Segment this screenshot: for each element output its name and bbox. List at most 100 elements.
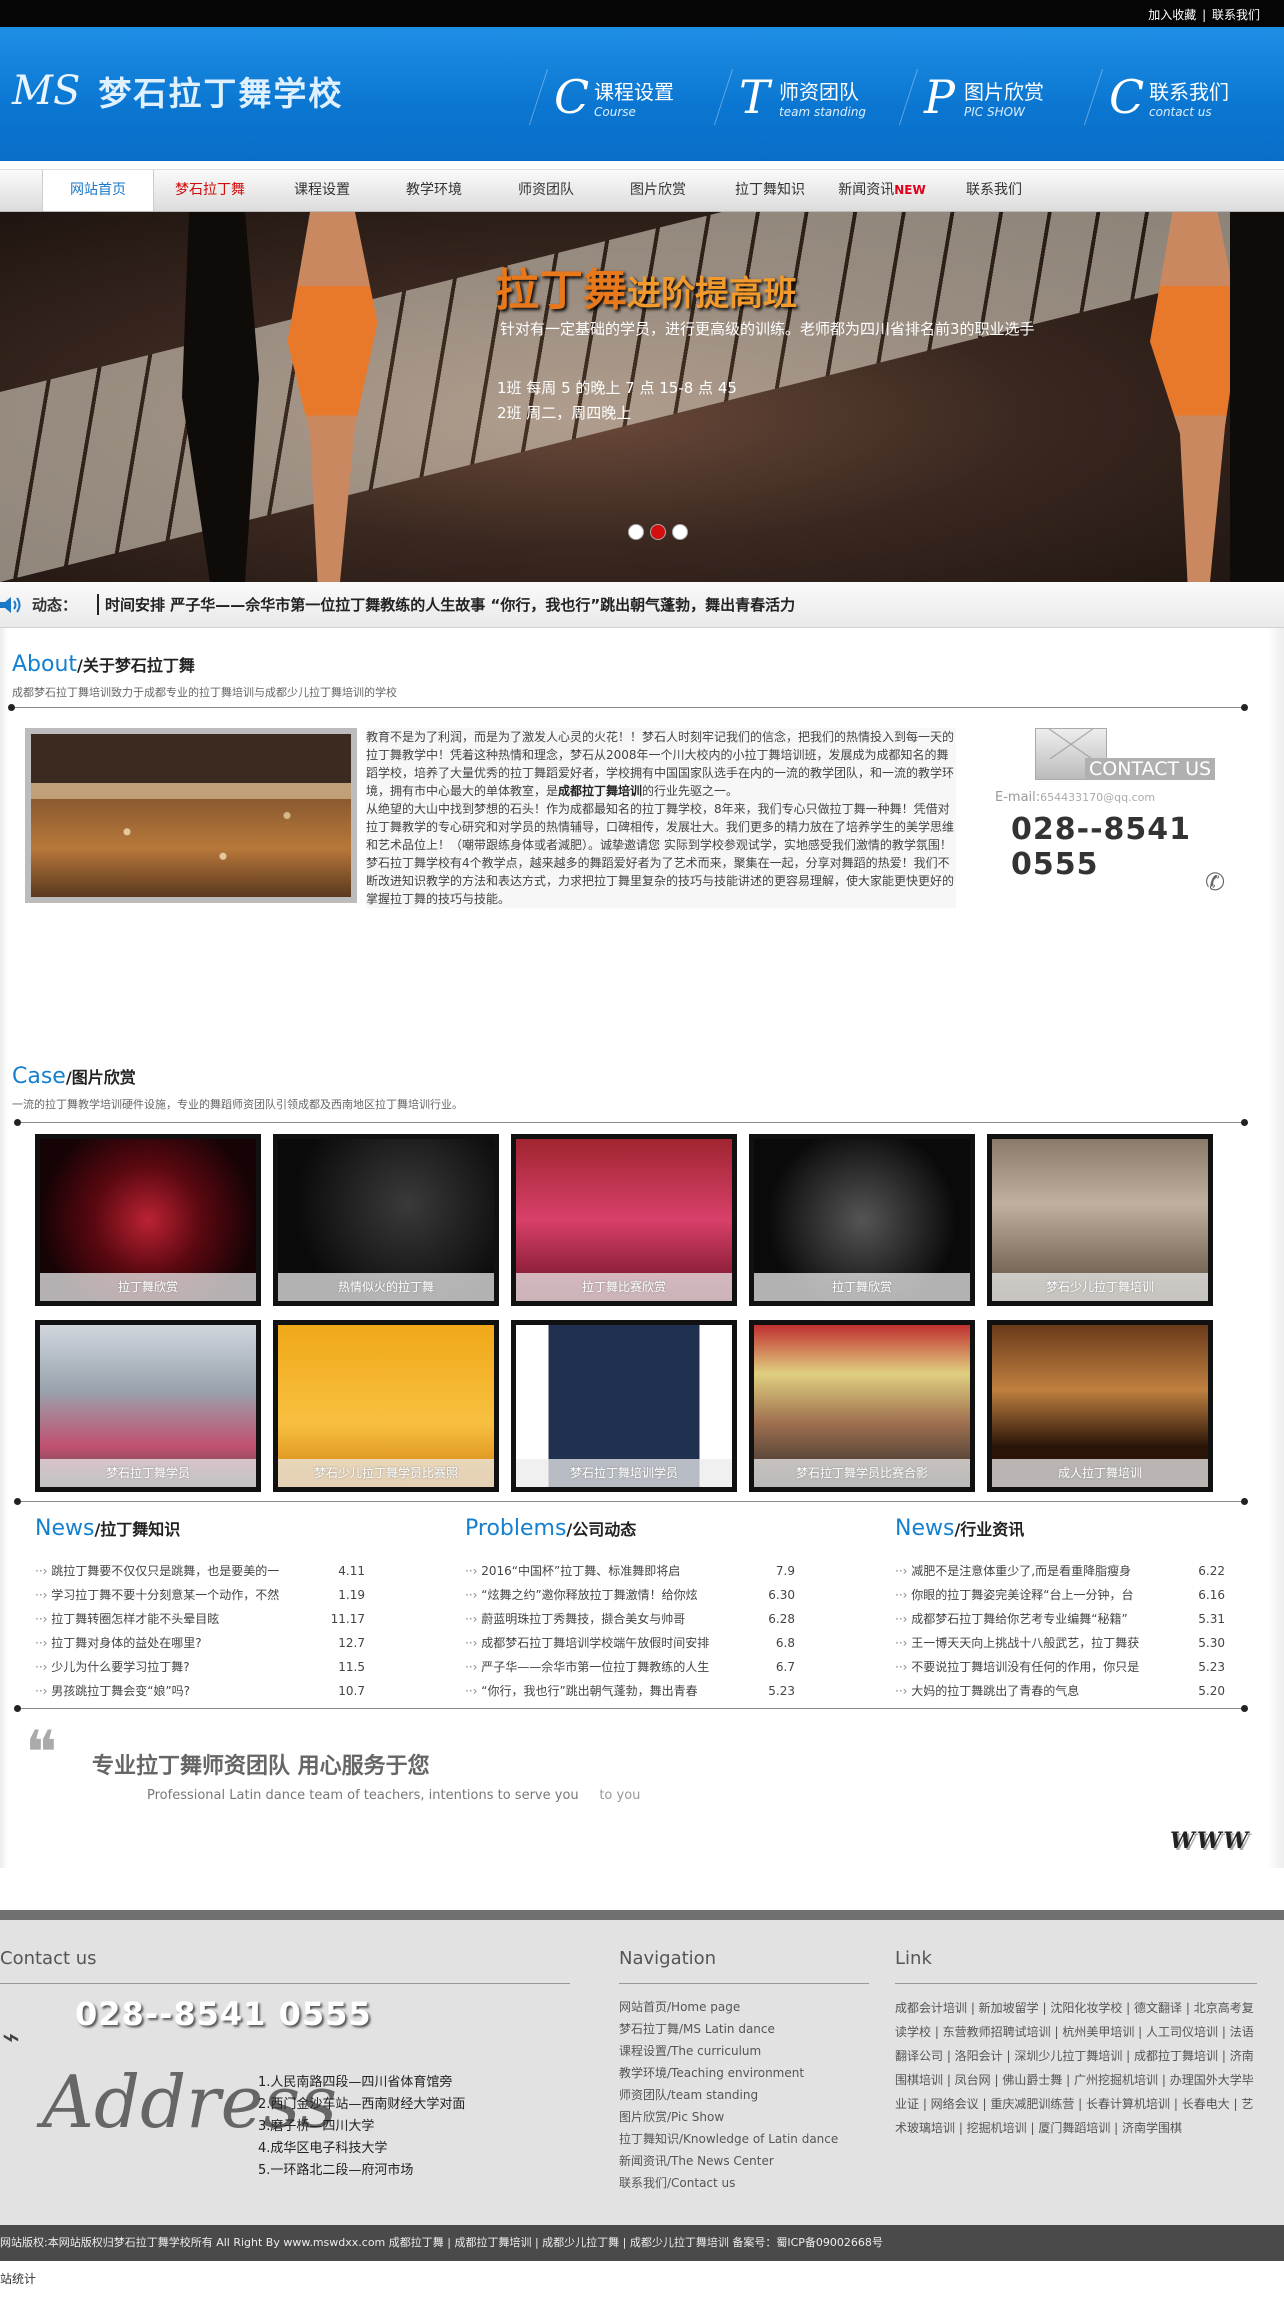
nav-item-pics[interactable]: 图片欣赏 [602, 170, 714, 211]
top-contact-link[interactable]: 联系我们 [1212, 8, 1260, 22]
photo-card[interactable]: 梦石少儿拉丁舞学员比赛照 [273, 1320, 499, 1492]
case-heading: Case/图片欣赏 [12, 1064, 136, 1089]
news-title: 成都梦石拉丁舞给你艺考专业编舞“秘籍” [895, 1607, 1127, 1631]
footer-nav-link[interactable]: 梦石拉丁舞/MS Latin dance [619, 2018, 838, 2040]
footer-nav-link[interactable]: 拉丁舞知识/Knowledge of Latin dance [619, 2128, 838, 2150]
news-item[interactable]: 拉丁舞对身体的益处在哪里? 12.7 [35, 1631, 365, 1655]
contact-card: CONTACT US E-mail:654433170@qq.com 028--… [995, 728, 1235, 908]
news-title: 严子华——佘华市第一位拉丁舞教练的人生 [465, 1655, 709, 1679]
banner-schedule-1: 1班 每周 5 的晚上 7 点 15-8 点 45 [497, 379, 737, 397]
footer-nav-link[interactable]: 师资团队/team standing [619, 2084, 838, 2106]
news-date: 6.28 [768, 1612, 795, 1626]
slider-dot-active[interactable] [650, 524, 666, 540]
hero-banner[interactable]: 拉丁舞进阶提高班 针对有一定基础的学员，进行更高级的训练。老师都为四川省排名前3… [0, 212, 1284, 582]
photo-caption: 梦石拉丁舞学员比赛合影 [754, 1459, 970, 1487]
news-item[interactable]: 拉丁舞转圈怎样才能不头晕目眩 11.17 [35, 1607, 365, 1631]
footer-nav-link[interactable]: 教学环境/Teaching environment [619, 2062, 838, 2084]
footer-nav-link[interactable]: 网站首页/Home page [619, 1996, 838, 2018]
about-paragraph-1: 教育不是为了利润，而是为了激发人心灵的火花！！梦石人时刻牢记我们的信念，把我们的… [366, 728, 956, 800]
photo-card[interactable]: 拉丁舞欣赏 [35, 1134, 261, 1306]
header-nav-course[interactable]: C 课程设置 Course [544, 57, 729, 137]
friend-links[interactable]: 成都会计培训 | 新加坡留学 | 沈阳化妆学校 | 德文翻译 | 北京高考复读学… [895, 1996, 1257, 2140]
news-date: 6.16 [1198, 1588, 1225, 1602]
header-nav-pic[interactable]: P 图片欣赏 PIC SHOW [914, 57, 1099, 137]
header: MS 梦石拉丁舞学校 C 课程设置 Course T 师资团队 team stand… [0, 27, 1284, 161]
nav-item-news[interactable]: 新闻资讯NEW [826, 170, 938, 211]
photo-caption: 热情似火的拉丁舞 [278, 1273, 494, 1301]
news-heading-cn: /公司动态 [566, 1520, 637, 1539]
nav-item-mengshi[interactable]: 梦石拉丁舞 [154, 170, 266, 211]
add-favorite-link[interactable]: 加入收藏 [1148, 8, 1196, 22]
news-item[interactable]: 减肥不是注意体重少了,而是看重降脂瘦身 6.22 [895, 1559, 1225, 1583]
news-item[interactable]: 不要说拉丁舞培训没有任何的作用，你只是 5.23 [895, 1655, 1225, 1679]
news-date: 11.17 [330, 1612, 365, 1626]
about-heading-en: About [12, 652, 78, 677]
news-item[interactable]: “你行，我也行”跳出朝气蓬勃，舞出青春 5.23 [465, 1679, 795, 1703]
footer-nav-link[interactable]: 图片欣赏/Pic Show [619, 2106, 838, 2128]
site-stats-link[interactable]: 站统计 [0, 2270, 36, 2287]
about-desc: 成都梦石拉丁舞培训致力于成都专业的拉丁舞培训与成都少儿拉丁舞培训的学校 [12, 686, 397, 699]
news-date: 11.5 [338, 1660, 365, 1674]
photo-card[interactable]: 拉丁舞欣赏 [749, 1134, 975, 1306]
nav-item-environment[interactable]: 教学环境 [378, 170, 490, 211]
nav-item-team[interactable]: 师资团队 [490, 170, 602, 211]
slider-dot[interactable] [628, 524, 644, 540]
pic-letter-icon: P [924, 70, 955, 124]
photo-card[interactable]: 热情似火的拉丁舞 [273, 1134, 499, 1306]
address-list: 1.人民南路四段—四川省体育馆旁 2.西门金沙车站—西南财经大学对面 3.磨子桥… [258, 2072, 465, 2182]
news-heading-cn: /行业资讯 [954, 1520, 1025, 1539]
news-item[interactable]: 男孩跳拉丁舞会变“娘”吗? 10.7 [35, 1679, 365, 1703]
email-value[interactable]: 654433170@qq.com [1040, 791, 1155, 804]
news-item[interactable]: 蔚蓝明珠拉丁秀舞技，撷合美女与帅哥 6.28 [465, 1607, 795, 1631]
news-title: 男孩跳拉丁舞会变“娘”吗? [35, 1679, 190, 1703]
photo-card[interactable]: 成人拉丁舞培训 [987, 1320, 1213, 1492]
logo-mark: MS [12, 68, 81, 114]
footer-nav-link[interactable]: 联系我们/Contact us [619, 2172, 838, 2194]
photo-card[interactable]: 梦石少儿拉丁舞培训 [987, 1134, 1213, 1306]
news-item[interactable]: 2016“中国杯”拉丁舞、标准舞即将启 7.9 [465, 1559, 795, 1583]
photo-card[interactable]: 梦石拉丁舞培训学员 [511, 1320, 737, 1492]
nav-item-knowledge[interactable]: 拉丁舞知识 [714, 170, 826, 211]
header-nav-label: 课程设置 [594, 79, 674, 104]
copyright-bar: 网站版权:本网站版权归梦石拉丁舞学校所有 All Right By www.ms… [0, 2225, 1284, 2261]
news-item[interactable]: 学习拉丁舞不要十分刻意某一个动作，不然 1.19 [35, 1583, 365, 1607]
www-logo: WWW [1170, 1828, 1251, 1854]
header-nav-sublabel: team standing [779, 104, 867, 119]
news-item[interactable]: “炫舞之约”邀你释放拉丁舞激情！给你炫 6.30 [465, 1583, 795, 1607]
news-item[interactable]: 严子华——佘华市第一位拉丁舞教练的人生 6.7 [465, 1655, 795, 1679]
header-nav-team[interactable]: T 师资团队 team standing [729, 57, 914, 137]
footer-nav-link[interactable]: 课程设置/The curriculum [619, 2040, 838, 2062]
slogan-english-tail: to you [599, 1788, 641, 1803]
photo-card[interactable]: 梦石拉丁舞学员比赛合影 [749, 1320, 975, 1492]
email-prefix: E-mail: [995, 790, 1041, 805]
news-title: 蔚蓝明珠拉丁秀舞技，撷合美女与帅哥 [465, 1607, 685, 1631]
news-heading: Problems/公司动态 [465, 1516, 795, 1541]
news-item[interactable]: 成都梦石拉丁舞给你艺考专业编舞“秘籍” 5.31 [895, 1607, 1225, 1631]
ticker-text[interactable]: 时间安排 严子华——佘华市第一位拉丁舞教练的人生故事 “你行，我也行”跳出朝气蓬… [97, 594, 795, 615]
news-item[interactable]: 王一博天天向上挑战十八般武艺，拉丁舞获 5.30 [895, 1631, 1225, 1655]
about-paragraph-2: 从绝望的大山中找到梦想的石头！作为成都最知名的拉丁舞学校，8年来，我们专心只做拉… [366, 802, 955, 852]
site-logo[interactable]: MS 梦石拉丁舞学校 [12, 67, 343, 115]
news-item[interactable]: 少儿为什么要学习拉丁舞? 11.5 [35, 1655, 365, 1679]
dance-studio-image [25, 728, 357, 903]
news-item[interactable]: 成都梦石拉丁舞培训学校端午放假时间安排 6.8 [465, 1631, 795, 1655]
top-bar: 加入收藏 | 联系我们 [0, 0, 1284, 27]
news-item[interactable]: 大妈的拉丁舞跳出了青春的气息 5.20 [895, 1679, 1225, 1703]
nav-item-home[interactable]: 网站首页 [42, 170, 154, 211]
news-title: 学习拉丁舞不要十分刻意某一个动作，不然 [35, 1583, 279, 1607]
nav-item-contact[interactable]: 联系我们 [938, 170, 1050, 211]
footer-nav-link[interactable]: 新闻资讯/The News Center [619, 2150, 838, 2172]
separator: | [1202, 8, 1207, 22]
news-date: 6.30 [768, 1588, 795, 1602]
slider-dot[interactable] [672, 524, 688, 540]
news-item[interactable]: 跳拉丁舞要不仅仅只是跳舞，也是要美的一 4.11 [35, 1559, 365, 1583]
header-nav-contact[interactable]: C 联系我们 contact us [1099, 57, 1284, 137]
about-bold-link[interactable]: 成都拉丁舞培训 [558, 784, 642, 798]
news-item[interactable]: 你眼的拉丁舞姿完美诠释“台上一分钟，台 6.16 [895, 1583, 1225, 1607]
photo-card[interactable]: 拉丁舞比赛欣赏 [511, 1134, 737, 1306]
nav-item-course[interactable]: 课程设置 [266, 170, 378, 211]
address-item: 3.磨子桥—四川大学 [258, 2119, 375, 2134]
slogan-english-main: Professional Latin dance team of teacher… [147, 1788, 579, 1803]
news-title: 少儿为什么要学习拉丁舞? [35, 1655, 189, 1679]
photo-card[interactable]: 梦石拉丁舞学员 [35, 1320, 261, 1492]
